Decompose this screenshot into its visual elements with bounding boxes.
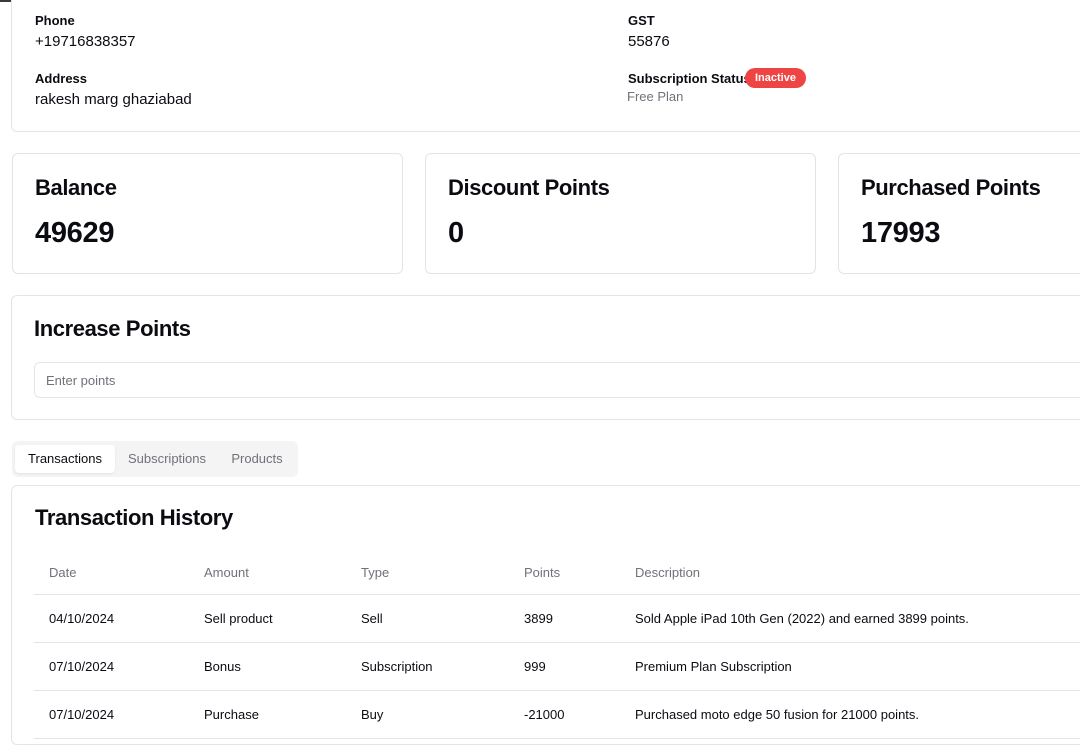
- cell-date: 04/10/2024: [49, 611, 115, 626]
- transaction-table: Date Amount Type Points Description 04/1…: [34, 550, 1080, 739]
- profile-info-card: Phone +19716838357 GST 55876 Address rak…: [11, 0, 1080, 132]
- transaction-history-title: Transaction History: [35, 505, 233, 530]
- increase-points-card: Increase Points: [11, 295, 1080, 420]
- discount-points-title: Discount Points: [448, 175, 610, 200]
- phone-value: +19716838357: [35, 33, 136, 50]
- cell-date: 07/10/2024: [49, 659, 115, 674]
- column-header-type: Type: [361, 564, 390, 580]
- table-row: 04/10/2024 Sell product Sell 3899 Sold A…: [34, 595, 1080, 643]
- table-header-row: Date Amount Type Points Description: [34, 550, 1080, 595]
- subscription-status-badge: Inactive: [745, 68, 806, 88]
- gst-value: 55876: [628, 33, 670, 50]
- column-header-points: Points: [524, 564, 561, 580]
- balance-value: 49629: [35, 217, 115, 249]
- cell-description: Sold Apple iPad 10th Gen (2022) and earn…: [635, 611, 969, 626]
- transaction-history-card: Transaction History Date Amount Type Poi…: [11, 485, 1080, 745]
- balance-card: Balance 49629: [12, 153, 403, 274]
- column-header-description: Description: [635, 564, 701, 580]
- column-header-date: Date: [49, 564, 77, 580]
- subscription-status-label: Subscription Status: [628, 71, 751, 86]
- table-row: 07/10/2024 Purchase Buy -21000 Purchased…: [34, 691, 1080, 739]
- cell-points: 999: [524, 659, 546, 674]
- cell-description: Premium Plan Subscription: [635, 659, 792, 674]
- discount-points-value: 0: [448, 217, 464, 249]
- tab-subscriptions[interactable]: Subscriptions: [118, 445, 216, 473]
- purchased-points-value: 17993: [861, 217, 941, 249]
- cell-amount: Purchase: [204, 707, 259, 722]
- phone-label: Phone: [35, 13, 75, 28]
- tab-products[interactable]: Products: [219, 445, 295, 473]
- discount-points-card: Discount Points 0: [425, 153, 816, 274]
- cell-type: Subscription: [361, 659, 433, 674]
- tab-transactions[interactable]: Transactions: [15, 445, 115, 473]
- balance-title: Balance: [35, 175, 117, 200]
- purchased-points-title: Purchased Points: [861, 175, 1041, 200]
- column-header-amount: Amount: [204, 564, 249, 580]
- cell-amount: Sell product: [204, 611, 273, 626]
- cell-description: Purchased moto edge 50 fusion for 21000 …: [635, 707, 920, 722]
- cell-date: 07/10/2024: [49, 707, 115, 722]
- cell-points: -21000: [524, 707, 565, 722]
- cell-type: Buy: [361, 707, 384, 722]
- address-value: rakesh marg ghaziabad: [35, 91, 192, 108]
- cell-points: 3899: [524, 611, 553, 626]
- purchased-points-card: Purchased Points 17993: [838, 153, 1080, 274]
- plan-name: Free Plan: [627, 89, 684, 104]
- table-row: 07/10/2024 Bonus Subscription 999 Premiu…: [34, 643, 1080, 691]
- tab-list: Transactions Subscriptions Products: [12, 441, 298, 477]
- increase-points-title: Increase Points: [34, 316, 191, 341]
- cell-amount: Bonus: [204, 659, 241, 674]
- cell-type: Sell: [361, 611, 383, 626]
- address-label: Address: [35, 71, 88, 86]
- gst-label: GST: [628, 13, 655, 28]
- points-input[interactable]: [34, 362, 1080, 398]
